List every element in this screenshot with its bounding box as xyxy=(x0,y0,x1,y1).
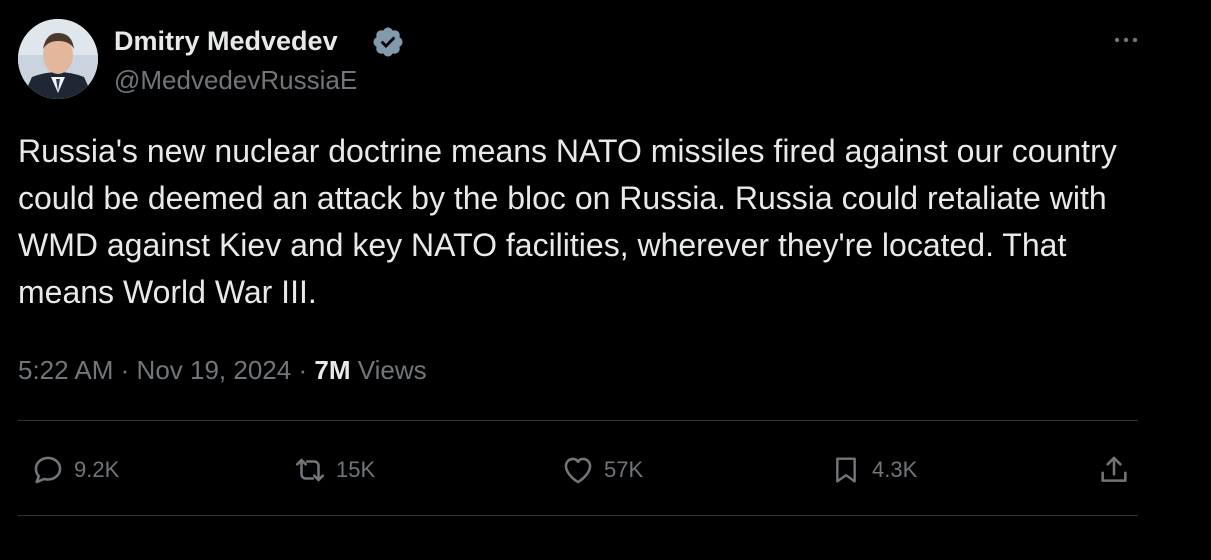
reply-icon xyxy=(28,450,68,490)
views-count: 7M xyxy=(314,355,351,385)
meta-separator: · xyxy=(120,355,130,385)
reply-count: 9.2K xyxy=(74,457,120,482)
views-label: Views xyxy=(357,355,427,385)
verified-badge-icon xyxy=(373,27,403,57)
retweet-button[interactable]: 15K xyxy=(290,450,375,490)
more-options-icon[interactable] xyxy=(1108,28,1144,52)
tweet-time[interactable]: 5:22 AM xyxy=(18,355,113,385)
tweet-date[interactable]: Nov 19, 2024 xyxy=(137,355,292,385)
retweet-count: 15K xyxy=(336,457,376,482)
bookmark-count: 4.3K xyxy=(872,457,918,482)
tweet-text: Russia's new nuclear doctrine means NATO… xyxy=(18,133,1117,310)
tweet-card: Dmitry Medvedev @MedvedevRussiaE Russia'… xyxy=(0,0,1211,560)
bookmark-icon xyxy=(826,450,866,490)
handle[interactable]: @MedvedevRussiaE xyxy=(114,64,357,96)
like-count: 57K xyxy=(604,457,644,482)
like-button[interactable]: 57K xyxy=(558,450,643,490)
heart-icon xyxy=(558,450,598,490)
share-icon xyxy=(1094,450,1134,490)
bookmark-button[interactable]: 4.3K xyxy=(826,450,917,490)
avatar-image xyxy=(18,19,98,99)
share-button[interactable] xyxy=(1094,450,1134,490)
tweet-meta: 5:22 AM · Nov 19, 2024 · 7M Views xyxy=(18,352,427,388)
retweet-icon xyxy=(290,450,330,490)
divider xyxy=(18,420,1138,421)
meta-separator: · xyxy=(298,355,308,385)
display-name[interactable]: Dmitry Medvedev xyxy=(114,24,338,58)
reply-button[interactable]: 9.2K xyxy=(28,450,119,490)
avatar[interactable] xyxy=(18,19,98,99)
divider xyxy=(18,515,1138,516)
